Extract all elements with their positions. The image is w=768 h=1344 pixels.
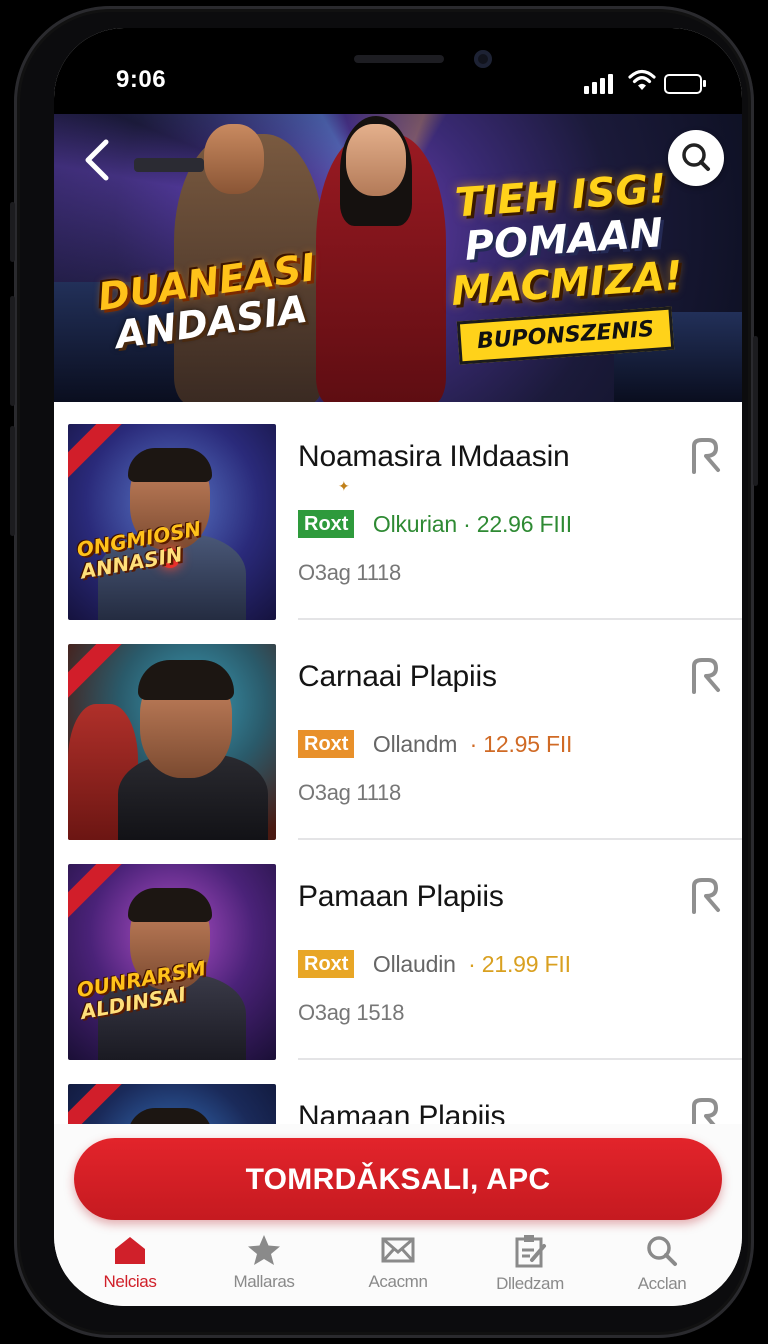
bottom-panel: TOMRDǍKSALI, APC Nelcias Mallaras Acacmn… xyxy=(54,1124,742,1306)
phone-frame: 9:06 DUANEASI ANDASIA TIEH ISG! POMAAN M… xyxy=(10,6,758,1338)
game-list: ONGMIOSN ANNASIN Noamasira IMdaasin ✦ Ro… xyxy=(54,402,742,1124)
tab-home[interactable]: Nelcias xyxy=(70,1234,190,1306)
item-badge: Roxt xyxy=(298,950,355,978)
list-item[interactable]: Namaan Plapiis xyxy=(54,1062,742,1124)
item-thumbnail: ONGMIOSN ANNASIN xyxy=(68,424,276,620)
search-icon xyxy=(682,143,710,171)
tab-bar: Nelcias Mallaras Acacmn Dlledzam Acclan xyxy=(54,1234,742,1306)
search-icon xyxy=(647,1236,677,1266)
item-price-row: Roxt Olkurian · 22.96 FIII xyxy=(298,510,572,540)
bookmark-icon xyxy=(692,658,720,694)
thumbnail-ribbon xyxy=(68,424,130,487)
item-price-row: Roxt Ollaudin · 21.99 FII xyxy=(298,950,571,980)
list-divider xyxy=(298,618,742,620)
primary-cta-button[interactable]: TOMRDǍKSALI, APC xyxy=(74,1138,722,1220)
bookmark-button[interactable] xyxy=(688,876,722,916)
bookmark-icon xyxy=(692,1098,718,1124)
list-divider xyxy=(298,838,742,840)
wifi-icon xyxy=(628,69,656,90)
item-title: Carnaai Plapiis xyxy=(298,660,497,693)
item-meta: O3ag 1518 xyxy=(298,1000,405,1025)
thumbnail-ribbon xyxy=(68,864,130,927)
banner-title-right: TIEH ISG! POMAAN MACMIZA! xyxy=(444,166,684,315)
banner-hero-woman-face xyxy=(346,124,406,196)
thumbnail-ribbon xyxy=(68,1084,130,1124)
status-time: 9:06 xyxy=(116,66,167,93)
volume-down-button xyxy=(10,426,15,536)
front-camera xyxy=(474,50,492,68)
power-button xyxy=(753,336,758,486)
list-divider xyxy=(298,1058,742,1060)
list-item[interactable]: Carnaai Plapiis Roxt Ollandm · 12.95 FII… xyxy=(54,622,742,840)
promo-banner[interactable]: DUANEASI ANDASIA TIEH ISG! POMAAN MACMIZ… xyxy=(54,114,742,402)
item-meta: O3ag 1118 xyxy=(298,780,401,805)
item-title: Noamasira IMdaasin xyxy=(298,440,570,473)
item-badge: Roxt xyxy=(298,730,355,758)
dynamic-island-notch xyxy=(224,28,574,112)
tab-messages[interactable]: Acacmn xyxy=(338,1234,458,1306)
item-price-row: Roxt Ollandm · 12.95 FII xyxy=(298,730,572,760)
earpiece-speaker xyxy=(354,55,444,63)
search-button[interactable] xyxy=(668,130,724,186)
bookmark-button[interactable] xyxy=(688,1096,722,1124)
tab-label: Mallaras xyxy=(233,1272,295,1291)
envelope-icon xyxy=(381,1237,415,1263)
bookmark-icon xyxy=(692,878,720,914)
item-thumbnail xyxy=(68,644,276,840)
battery-icon xyxy=(664,74,706,94)
item-title: Namaan Plapiis xyxy=(298,1100,506,1124)
screen: 9:06 DUANEASI ANDASIA TIEH ISG! POMAAN M… xyxy=(54,28,742,1306)
star-icon xyxy=(248,1235,280,1265)
cellular-signal-icon xyxy=(584,72,620,94)
item-price: Olkurian · 22.96 FIII xyxy=(372,510,572,537)
item-badge: Roxt xyxy=(298,510,355,538)
small-star-icon: ✦ xyxy=(338,478,350,494)
tab-label: Acclan xyxy=(637,1274,687,1293)
tab-label: Dlledzam xyxy=(496,1274,564,1293)
tab-label: Acacmn xyxy=(368,1272,428,1291)
list-item[interactable]: ONGMIOSN ANNASIN Noamasira IMdaasin ✦ Ro… xyxy=(54,402,742,620)
tab-tasks[interactable]: Dlledzam xyxy=(470,1234,590,1306)
home-icon xyxy=(115,1237,145,1264)
item-price: · 12.95 FII xyxy=(469,730,573,757)
bookmark-icon xyxy=(692,438,720,474)
banner-hero-man-head xyxy=(204,124,264,194)
bookmark-button[interactable] xyxy=(688,436,722,476)
tab-search[interactable]: Acclan xyxy=(602,1234,722,1306)
item-price-prefix: Ollaudin xyxy=(372,950,456,977)
thumbnail-ribbon xyxy=(68,644,130,707)
item-price: · 21.99 FII xyxy=(468,950,571,977)
status-bar: 9:06 xyxy=(54,28,742,114)
mute-switch xyxy=(10,202,15,262)
item-title: Pamaan Plapiis xyxy=(298,880,504,913)
item-thumbnail xyxy=(68,1084,276,1124)
tab-favorites[interactable]: Mallaras xyxy=(204,1234,324,1306)
back-button[interactable] xyxy=(78,136,118,184)
banner-gun xyxy=(134,158,204,172)
bookmark-button[interactable] xyxy=(688,656,722,696)
clipboard-icon xyxy=(515,1235,546,1268)
tab-label: Nelcias xyxy=(103,1272,157,1291)
item-price-prefix: Ollandm xyxy=(372,730,458,757)
item-thumbnail: OUNRARSM ALDINSAI xyxy=(68,864,276,1060)
item-meta: O3ag 1118 xyxy=(298,560,401,585)
volume-up-button xyxy=(10,296,15,406)
chevron-left-icon xyxy=(85,139,109,181)
list-item[interactable]: OUNRARSM ALDINSAI Pamaan Plapiis Roxt Ol… xyxy=(54,842,742,1060)
